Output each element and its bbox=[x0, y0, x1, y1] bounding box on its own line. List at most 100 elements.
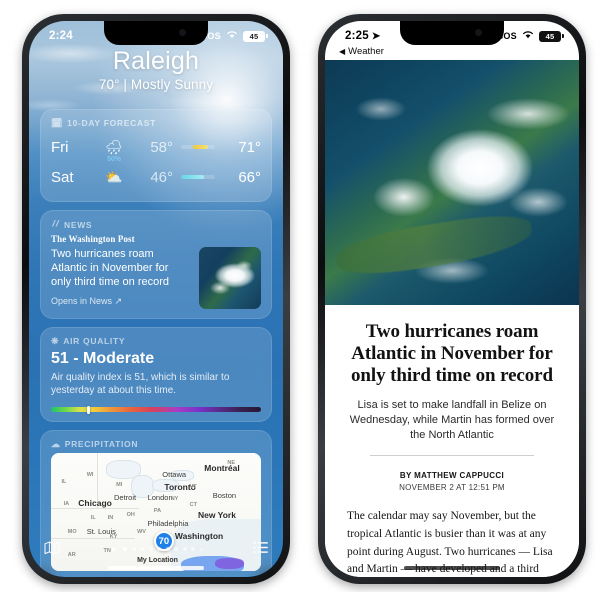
map-state-label: PA bbox=[153, 507, 162, 514]
article-date: NOVEMBER 2 AT 12:51 PM bbox=[399, 482, 505, 492]
forecast-temp-bar bbox=[173, 145, 223, 149]
status-bar-right: SOS 45 bbox=[497, 30, 564, 42]
news-card[interactable]: NEWS The Washington Post Two hurricanes … bbox=[40, 210, 272, 319]
status-time: 2:25 bbox=[345, 30, 369, 42]
forecast-card[interactable]: 🗓 10-DAY FORECAST Fri 🌧 50% 58° 71° Sat … bbox=[40, 109, 272, 202]
forecast-high-temp: 66° bbox=[238, 168, 261, 186]
cloud-rain-icon: ☁ bbox=[51, 438, 61, 449]
wifi-icon bbox=[226, 30, 238, 42]
map-state-label: IL bbox=[90, 514, 96, 521]
weather-toolbar: ➤ bbox=[29, 533, 283, 577]
forecast-row[interactable]: Fri 🌧 50% 58° 71° bbox=[51, 132, 261, 164]
map-city-label: Philadelphia bbox=[147, 519, 189, 529]
page-dot[interactable] bbox=[157, 547, 162, 551]
news-headline: Two hurricanes roam Atlantic in November… bbox=[51, 248, 169, 289]
page-dot[interactable] bbox=[165, 547, 170, 551]
air-quality-marker bbox=[86, 405, 90, 414]
opens-in-news-link[interactable]: Opens in News ↗ bbox=[51, 296, 191, 307]
wifi-icon-svg bbox=[227, 31, 237, 39]
rain-cloud-icon: 🌧 50% bbox=[93, 139, 135, 163]
battery-indicator: 45 bbox=[243, 30, 268, 42]
map-state-label: NY bbox=[170, 495, 179, 502]
forecast-temp-bar bbox=[173, 175, 223, 179]
forecast-day: Fri bbox=[51, 138, 69, 156]
location-arrow-icon: ➤ bbox=[110, 544, 117, 554]
notch bbox=[400, 21, 504, 45]
map-city-label: Detroit bbox=[114, 493, 137, 503]
weather-scroll-area[interactable]: 🗓 10-DAY FORECAST Fri 🌧 50% 58° 71° Sat … bbox=[29, 109, 283, 577]
back-label: Weather bbox=[348, 46, 384, 57]
forecast-low-temp: 46° bbox=[150, 168, 173, 186]
wifi-icon bbox=[522, 30, 534, 42]
map-icon[interactable] bbox=[44, 541, 60, 558]
map-state-label: IN bbox=[107, 514, 114, 521]
hurricane-satellite-thumbnail[interactable] bbox=[199, 247, 261, 309]
page-dot[interactable] bbox=[182, 547, 187, 551]
back-chevron-icon: ◀ bbox=[339, 47, 346, 56]
page-dot[interactable] bbox=[123, 547, 128, 551]
page-dot[interactable] bbox=[148, 547, 153, 551]
apple-news-icon bbox=[51, 219, 60, 230]
back-to-weather-nav[interactable]: ◀ Weather bbox=[325, 43, 579, 60]
location-arrow-icon: ➤ bbox=[371, 30, 381, 42]
news-source: The Washington Post bbox=[51, 234, 135, 244]
map-icon-svg bbox=[44, 541, 60, 554]
map-city-label: Ottawa bbox=[162, 469, 187, 479]
article-byline: BY MATTHEW CAPPUCCI bbox=[399, 470, 505, 480]
precipitation-card-header-label: PRECIPITATION bbox=[64, 439, 139, 450]
forecast-temp-fill bbox=[192, 145, 208, 149]
map-city-label: Boston bbox=[212, 491, 237, 501]
home-indicator[interactable] bbox=[108, 566, 204, 570]
forecast-weather-glyph: 🌧 bbox=[105, 139, 123, 155]
left-phone-frame: 2:24 SOS 45 Raleigh 70° | Mostly Sunny 🗓… bbox=[22, 14, 290, 584]
air-quality-description: Air quality index is 51, which is simila… bbox=[51, 372, 230, 397]
precipitation-card-header: ☁ PRECIPITATION bbox=[51, 439, 261, 449]
weather-app: 2:24 SOS 45 Raleigh 70° | Mostly Sunny 🗓… bbox=[29, 21, 283, 577]
partly-sunny-icon: ⛅ bbox=[93, 170, 135, 184]
forecast-temp-track bbox=[181, 175, 215, 179]
right-phone-screen: 2:25 ➤ SOS 45 ◀ Weather Two hurricanes r… bbox=[325, 21, 579, 577]
status-bar-left: 2:25 ➤ bbox=[345, 30, 380, 42]
precip-chance: 50% bbox=[106, 156, 121, 163]
page-dot[interactable] bbox=[174, 547, 179, 551]
air-quality-value: 51 - Moderate bbox=[51, 350, 155, 367]
page-dot[interactable] bbox=[191, 547, 196, 551]
forecast-low-temp: 58° bbox=[150, 138, 173, 156]
news-card-header-label: NEWS bbox=[64, 219, 93, 230]
hero-landmass-decoration bbox=[333, 208, 536, 282]
apple-news-icon-svg bbox=[51, 220, 60, 227]
page-dot[interactable] bbox=[140, 547, 145, 551]
leaf-icon: ❋ bbox=[51, 335, 60, 346]
status-bar-right: SOS 45 bbox=[201, 30, 268, 42]
forecast-temp-fill bbox=[181, 175, 205, 179]
map-state-label: MI bbox=[116, 481, 123, 488]
map-state-label: CT bbox=[189, 501, 197, 508]
city-name: Raleigh bbox=[112, 47, 200, 75]
forecast-day: Sat bbox=[51, 168, 74, 186]
home-indicator[interactable] bbox=[404, 566, 500, 570]
page-dot[interactable] bbox=[199, 547, 203, 551]
forecast-weather-glyph: ⛅ bbox=[105, 169, 123, 185]
status-time: 2:24 bbox=[49, 30, 73, 42]
page-dot[interactable] bbox=[131, 547, 136, 551]
battery-indicator: 45 bbox=[539, 30, 564, 42]
forecast-row[interactable]: Sat ⛅ 46° 66° bbox=[51, 162, 261, 192]
page-indicator-dots[interactable]: ➤ bbox=[110, 545, 203, 554]
forecast-temp-track bbox=[181, 145, 215, 149]
calendar-icon: 🗓 bbox=[51, 117, 64, 128]
list-icon[interactable] bbox=[253, 541, 268, 557]
air-quality-card-header: ❋ AIR QUALITY bbox=[51, 336, 261, 346]
right-phone-frame: 2:25 ➤ SOS 45 ◀ Weather Two hurricanes r… bbox=[318, 14, 586, 584]
air-quality-card-header-label: AIR QUALITY bbox=[63, 336, 126, 346]
front-camera-icon bbox=[475, 29, 482, 36]
map-state-label: OH bbox=[126, 512, 135, 519]
wifi-icon-svg bbox=[523, 31, 533, 39]
air-quality-card[interactable]: ❋ AIR QUALITY 51 - Moderate Air quality … bbox=[40, 327, 272, 423]
screenshot-stage: 2:24 SOS 45 Raleigh 70° | Mostly Sunny 🗓… bbox=[0, 0, 608, 592]
forecast-card-header: 🗓 10-DAY FORECAST bbox=[51, 118, 261, 128]
news-card-header: NEWS bbox=[51, 219, 261, 230]
news-text-column: Two hurricanes roam Atlantic in November… bbox=[51, 247, 191, 309]
current-conditions: 70° | Mostly Sunny bbox=[98, 77, 214, 92]
article-subtitle: Lisa is set to make landfall in Belize o… bbox=[349, 399, 555, 441]
forecast-card-header-label: 10-DAY FORECAST bbox=[67, 118, 157, 128]
